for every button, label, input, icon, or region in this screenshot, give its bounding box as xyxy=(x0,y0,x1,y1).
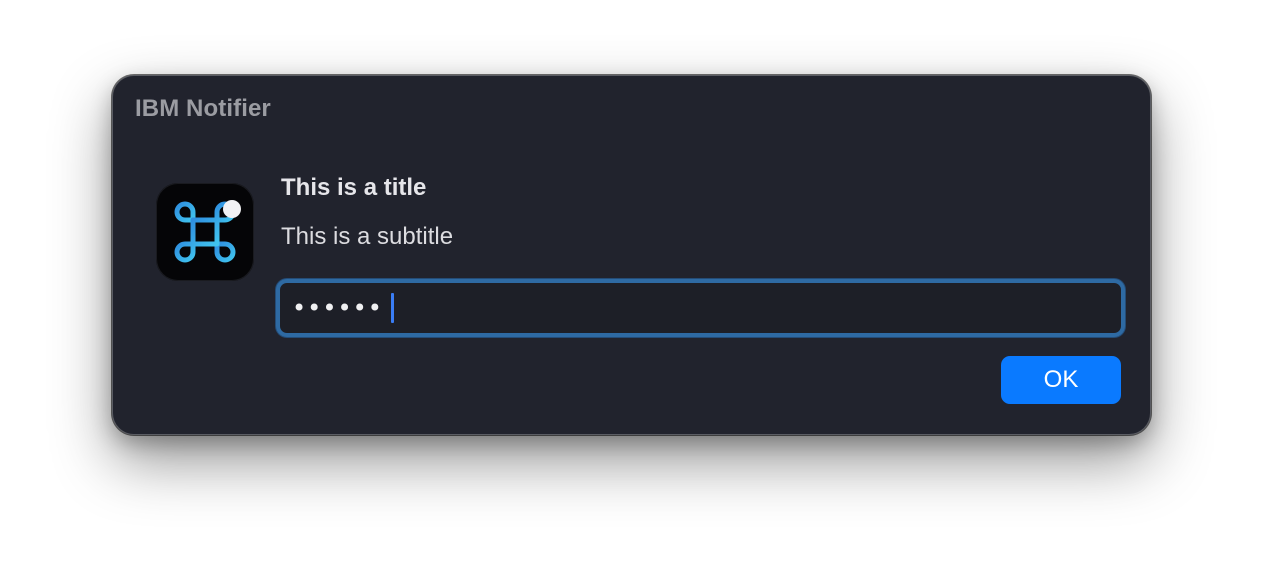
password-field[interactable] xyxy=(286,288,1115,328)
text-caret xyxy=(391,293,394,323)
message-subtitle: This is a subtitle xyxy=(281,223,454,250)
desktop-backdrop: IBM Notifier This is a title This is a s… xyxy=(0,0,1264,584)
ok-button[interactable]: OK xyxy=(1001,356,1121,404)
window-title: IBM Notifier xyxy=(135,95,271,122)
notification-dot-icon xyxy=(223,200,241,218)
password-field-container[interactable] xyxy=(276,279,1125,337)
command-glyph-icon xyxy=(174,201,236,263)
message-title: This is a title xyxy=(281,174,427,201)
command-key-icon xyxy=(156,183,254,281)
notifier-window: IBM Notifier This is a title This is a s… xyxy=(112,75,1151,435)
